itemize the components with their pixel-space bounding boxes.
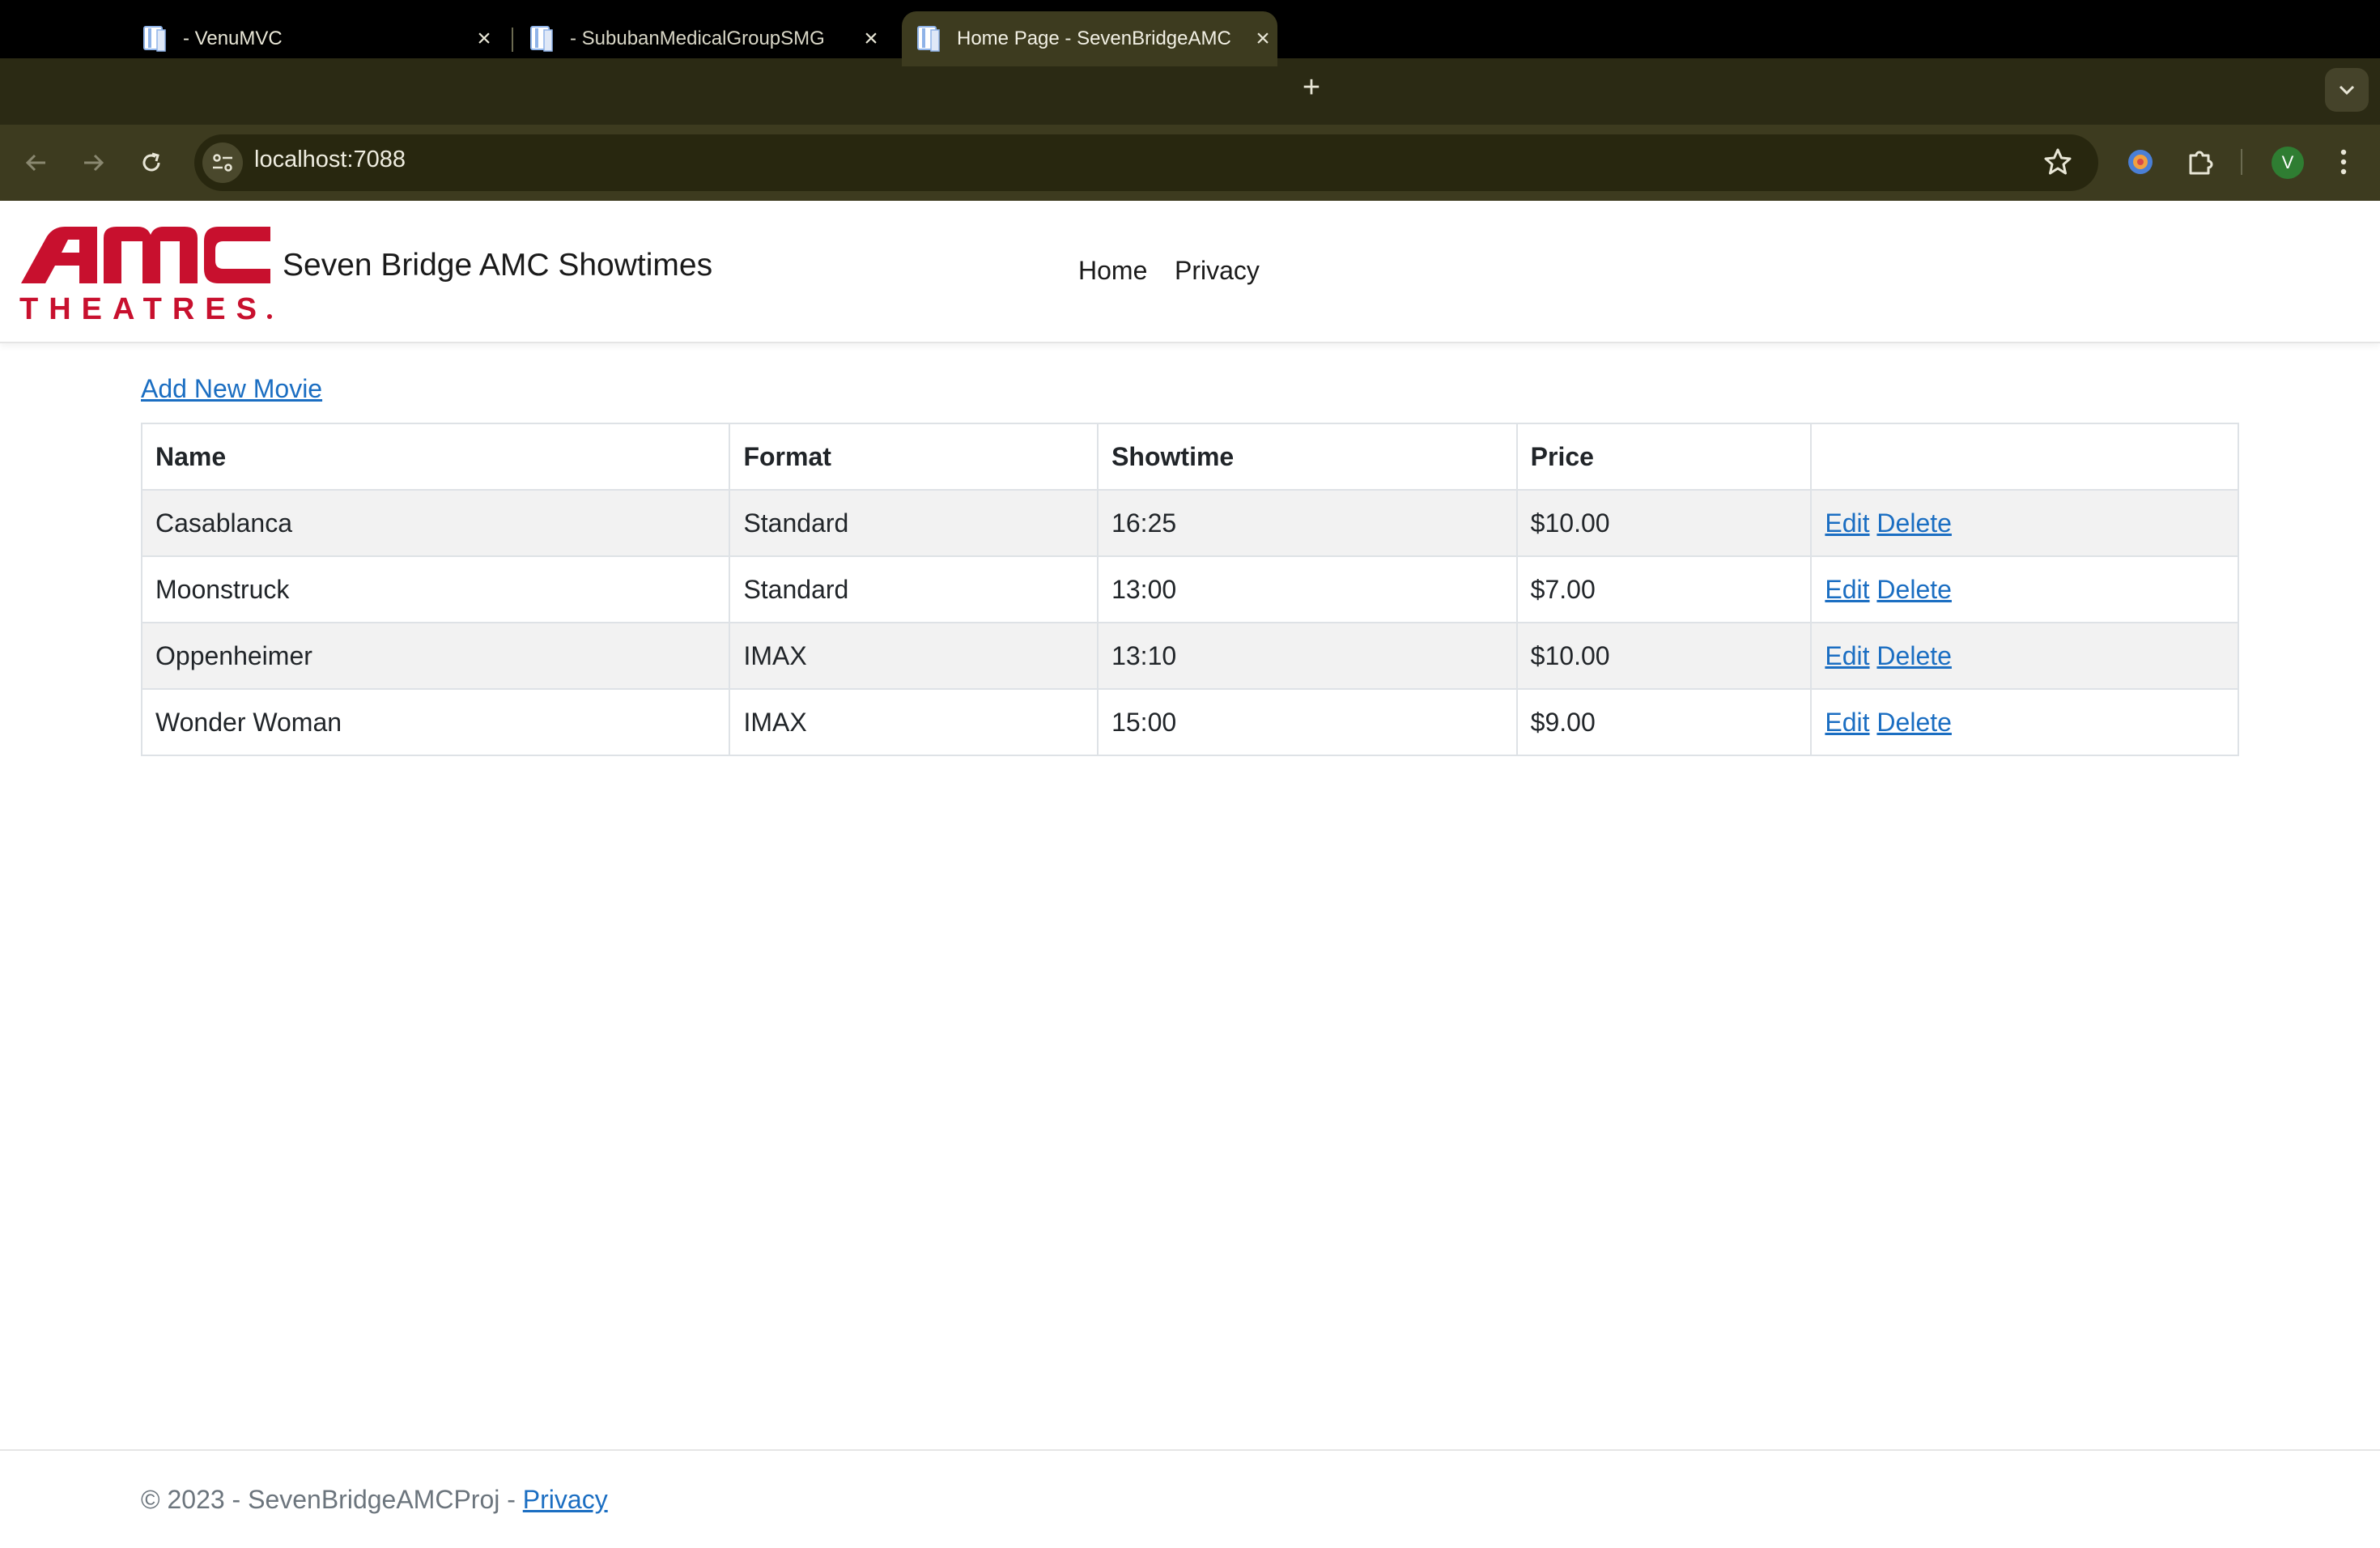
cell-actions: Edit Delete [1810,688,2239,756]
cell-price: $9.00 [1515,688,1813,756]
tab-sububanmedicalgroup[interactable]: - SububanMedicalGroupSMG × [529,11,886,66]
edit-link[interactable]: Edit [1825,508,1869,538]
reload-icon[interactable] [133,144,170,181]
edit-link[interactable]: Edit [1825,575,1869,604]
movies-table: Name Format Showtime Price Casablanca St… [140,423,2239,756]
tab-title: - VenuMVC [183,28,283,49]
tab-home-page[interactable]: Home Page - SevenBridgeAMC × [902,11,1277,66]
delete-link[interactable]: Delete [1876,508,1952,538]
delete-link[interactable]: Delete [1876,708,1952,737]
cell-price: $10.00 [1515,489,1813,557]
table-row: Oppenheimer IMAX 13:10 $10.00 Edit Delet… [140,622,2239,690]
column-header-showtime: Showtime [1097,423,1518,491]
url-text[interactable]: localhost:7088 [254,147,406,173]
add-new-movie-link[interactable]: Add New Movie [141,374,322,404]
star-icon[interactable] [2042,146,2074,178]
delete-link[interactable]: Delete [1876,575,1952,604]
table-row: Casablanca Standard 16:25 $10.00 Edit De… [140,489,2239,557]
column-header-format: Format [729,423,1099,491]
cell-showtime: 16:25 [1097,489,1518,557]
address-bar[interactable] [194,134,2098,191]
cell-actions: Edit Delete [1810,489,2239,557]
footer-text: © 2023 - SevenBridgeAMCProj - Privacy [141,1485,608,1515]
close-icon[interactable]: × [1248,24,1277,53]
table-row: Moonstruck Standard 13:00 $7.00 Edit Del… [140,555,2239,623]
footer-copyright: © 2023 - SevenBridgeAMCProj - [141,1485,523,1514]
tab-venumvc[interactable]: - VenuMVC × [142,11,499,66]
tab-strip [0,58,2380,125]
profile-avatar[interactable]: V [2272,147,2304,179]
toolbar-separator [2241,149,2242,175]
document-icon [142,25,167,53]
nav-privacy[interactable]: Privacy [1175,256,1260,286]
footer-privacy-link[interactable]: Privacy [523,1485,608,1514]
column-header-actions [1810,423,2239,491]
cell-name: Oppenheimer [140,622,731,690]
cell-name: Wonder Woman [140,688,731,756]
cell-price: $7.00 [1515,555,1813,623]
table-header-row: Name Format Showtime Price [140,423,2239,491]
logo-theatres-text: THEATRES [19,292,267,324]
arrow-right-icon[interactable] [74,144,112,181]
tab-title: - SububanMedicalGroupSMG [570,28,825,49]
column-header-name: Name [140,423,731,491]
table-row: Wonder Woman IMAX 15:00 $9.00 Edit Delet… [140,688,2239,756]
edit-link[interactable]: Edit [1825,708,1869,737]
cell-format: IMAX [729,688,1099,756]
document-icon [529,25,554,53]
document-icon [916,25,941,53]
cell-showtime: 13:00 [1097,555,1518,623]
tune-icon[interactable] [202,142,243,183]
cell-name: Casablanca [140,489,731,557]
close-icon[interactable]: × [470,24,499,53]
extension-icon[interactable] [2124,146,2157,178]
column-header-price: Price [1515,423,1813,491]
cell-name: Moonstruck [140,555,731,623]
close-icon[interactable]: × [856,24,886,53]
tab-title: Home Page - SevenBridgeAMC [957,28,1231,49]
cell-actions: Edit Delete [1810,622,2239,690]
cell-showtime: 15:00 [1097,688,1518,756]
cell-price: $10.00 [1515,622,1813,690]
nav-home[interactable]: Home [1078,256,1147,286]
delete-link[interactable]: Delete [1876,641,1952,670]
cell-actions: Edit Delete [1810,555,2239,623]
kebab-menu-icon[interactable] [2331,146,2356,178]
tab-separator [512,28,513,52]
edit-link[interactable]: Edit [1825,641,1869,670]
chevron-down-icon[interactable] [2325,68,2369,112]
amc-theatres-logo[interactable]: THEATRES [18,220,274,326]
cell-format: Standard [729,489,1099,557]
arrow-left-icon[interactable] [18,144,55,181]
cell-format: Standard [729,555,1099,623]
plus-icon[interactable]: + [1295,70,1328,104]
puzzle-icon[interactable] [2184,146,2216,178]
site-brand[interactable]: Seven Bridge AMC Showtimes [283,248,712,283]
cell-format: IMAX [729,622,1099,690]
cell-showtime: 13:10 [1097,622,1518,690]
